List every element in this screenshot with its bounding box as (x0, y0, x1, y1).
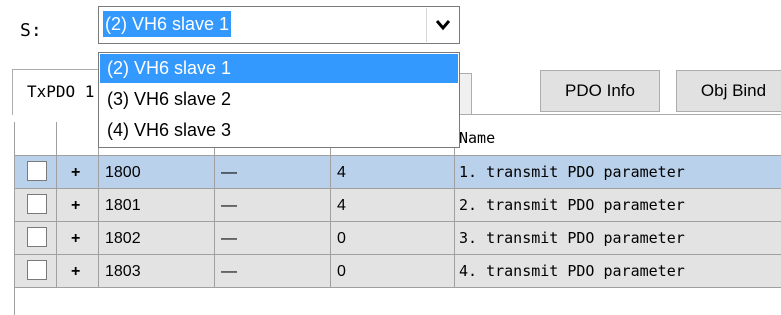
cell-text: 4 (337, 164, 346, 181)
cell-text: 1800 (105, 164, 141, 181)
cell-text: 2. transmit PDO parameter (459, 196, 685, 214)
pdo-grid: Name +1800 — 4 1. transmit PDO parameter +18… (14, 122, 781, 315)
cell-text: — (221, 197, 237, 214)
cell-name[interactable]: 3. transmit PDO parameter (455, 222, 781, 255)
header-check-column (15, 122, 57, 156)
cell-expand[interactable]: + (57, 255, 99, 288)
header-expand-column (57, 122, 99, 156)
cell-text: — (221, 164, 237, 181)
cell-text: 0 (337, 263, 346, 280)
row-checkbox-cell[interactable] (15, 156, 57, 189)
cell-name[interactable]: 4. transmit PDO parameter (455, 255, 781, 288)
pdo-info-button[interactable]: PDO Info (540, 70, 660, 112)
row-checkbox-cell[interactable] (15, 222, 57, 255)
cell-bytes[interactable]: 4 (331, 189, 455, 222)
cell-bytes[interactable]: 0 (331, 222, 455, 255)
cell-text: 0 (337, 230, 346, 247)
expand-toggle[interactable]: + (71, 156, 80, 189)
header-name-column[interactable]: Name (455, 122, 781, 156)
cell-text: 3. transmit PDO parameter (459, 229, 685, 247)
row-checkbox-cell[interactable] (15, 189, 57, 222)
cell-expand[interactable]: + (57, 222, 99, 255)
cell-expand[interactable]: + (57, 189, 99, 222)
tab-txpdo-label: TxPDO 1 (27, 82, 95, 101)
cell-subindex[interactable]: — (215, 222, 331, 255)
cell-index[interactable]: 1803 (99, 255, 215, 288)
cell-text: 4 (337, 197, 346, 214)
cell-text: 1801 (105, 197, 141, 214)
cell-name[interactable]: 1. transmit PDO parameter (455, 156, 781, 189)
cell-subindex[interactable]: — (215, 189, 331, 222)
cell-text: 1803 (105, 263, 141, 280)
slave-label: S: (20, 20, 42, 41)
expand-toggle[interactable]: + (71, 189, 80, 222)
dropdown-option[interactable]: (4) VH6 slave 3 (100, 116, 458, 145)
row-checkbox[interactable] (27, 194, 47, 214)
row-checkbox[interactable] (27, 227, 47, 247)
slave-select-value: (2) VH6 slave 1 (103, 11, 232, 37)
cell-text: — (221, 230, 237, 247)
cell-name[interactable]: 2. transmit PDO parameter (455, 189, 781, 222)
cell-index[interactable]: 1802 (99, 222, 215, 255)
row-checkbox[interactable] (27, 161, 47, 181)
cell-subindex[interactable]: — (215, 255, 331, 288)
row-checkbox-cell[interactable] (15, 255, 57, 288)
chevron-down-icon (436, 20, 450, 31)
cell-index[interactable]: 1800 (99, 156, 215, 189)
obj-bind-button[interactable]: Obj Bind (676, 70, 781, 112)
cell-text: 4. transmit PDO parameter (459, 262, 685, 280)
slave-select-toggle[interactable] (426, 8, 458, 42)
cell-text: 1802 (105, 230, 141, 247)
cell-expand[interactable]: + (57, 156, 99, 189)
cell-bytes[interactable]: 0 (331, 255, 455, 288)
cell-bytes[interactable]: 4 (331, 156, 455, 189)
slave-select[interactable]: (2) VH6 slave 1 (98, 6, 460, 44)
row-checkbox[interactable] (27, 260, 47, 280)
slave-dropdown-list: (2) VH6 slave 1 (3) VH6 slave 2 (4) VH6 … (98, 52, 460, 148)
dropdown-option[interactable]: (2) VH6 slave 1 (100, 54, 458, 83)
expand-toggle[interactable]: + (71, 255, 80, 288)
name-header-label: Name (459, 129, 496, 147)
expand-toggle[interactable]: + (71, 222, 80, 255)
cell-text: — (221, 263, 237, 280)
cell-subindex[interactable]: — (215, 156, 331, 189)
cell-text: 1. transmit PDO parameter (459, 163, 685, 181)
cell-index[interactable]: 1801 (99, 189, 215, 222)
dropdown-option[interactable]: (3) VH6 slave 2 (100, 85, 458, 114)
